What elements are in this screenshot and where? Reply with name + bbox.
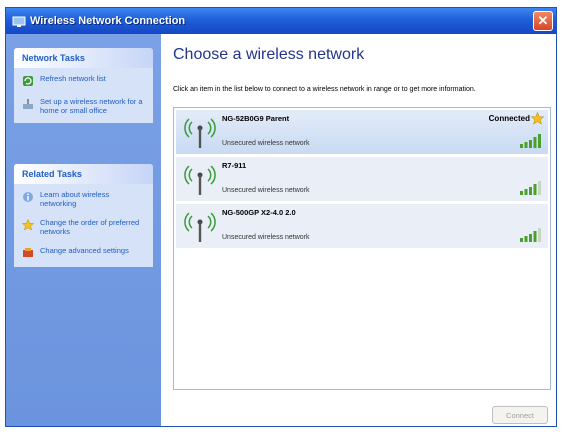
signal-strength-icon xyxy=(520,228,541,242)
preferred-star-icon xyxy=(531,112,544,125)
network-name: NG-500GP X2-4.0 2.0 xyxy=(222,208,296,217)
network-security: Unsecured wireless network xyxy=(222,187,310,194)
close-button[interactable]: ✕ xyxy=(533,11,553,31)
network-security: Unsecured wireless network xyxy=(222,234,310,241)
network-name: NG-52B0G9 Parent xyxy=(222,114,290,123)
signal-strength-icon xyxy=(520,134,541,148)
setup-network-icon xyxy=(23,99,33,109)
change-advanced-settings-label: Change advanced settings xyxy=(40,246,129,255)
learn-wireless-link[interactable]: Learn about wireless networking xyxy=(22,190,147,208)
network-list[interactable]: NG-52B0G9 Parent Unsecured wireless netw… xyxy=(173,107,551,390)
setup-wireless-network-label: Set up a wireless network for a home or … xyxy=(40,97,143,115)
window-title: Wireless Network Connection xyxy=(30,15,186,27)
learn-wireless-label: Learn about wireless networking xyxy=(40,190,110,208)
wireless-antenna-icon xyxy=(184,118,216,148)
network-item[interactable]: NG-500GP X2-4.0 2.0 Unsecured wireless n… xyxy=(176,204,548,248)
setup-wireless-network-link[interactable]: Set up a wireless network for a home or … xyxy=(22,97,147,115)
network-tasks-panel: Network Tasks Refresh network list Set u… xyxy=(14,48,153,123)
page-title: Choose a wireless network xyxy=(173,46,365,63)
instructions-text: Click an item in the list below to conne… xyxy=(173,86,476,93)
change-preferred-order-label: Change the order of preferred networks xyxy=(40,218,140,236)
refresh-network-list-link[interactable]: Refresh network list xyxy=(22,74,147,87)
wireless-icon xyxy=(12,16,26,27)
title-bar[interactable]: Wireless Network Connection ✕ xyxy=(6,8,556,34)
info-icon xyxy=(23,192,33,202)
connection-status: Connected xyxy=(488,114,530,123)
refresh-network-list-label: Refresh network list xyxy=(40,74,106,83)
star-icon xyxy=(22,219,34,231)
refresh-icon xyxy=(23,76,33,86)
network-security: Unsecured wireless network xyxy=(222,140,310,147)
network-item[interactable]: NG-52B0G9 Parent Unsecured wireless netw… xyxy=(176,110,548,154)
wireless-antenna-icon xyxy=(184,165,216,195)
related-tasks-panel: Related Tasks Learn about wireless netwo… xyxy=(14,164,153,267)
change-advanced-settings-link[interactable]: Change advanced settings xyxy=(22,246,147,259)
network-item[interactable]: R7-911 Unsecured wireless network xyxy=(176,157,548,201)
network-tasks-header[interactable]: Network Tasks xyxy=(14,48,153,68)
network-name: R7-911 xyxy=(222,161,247,170)
related-tasks-header[interactable]: Related Tasks xyxy=(14,164,153,184)
connect-button[interactable]: Connect xyxy=(492,406,548,424)
wireless-connection-window: Wireless Network Connection ✕ Network Ta… xyxy=(5,7,557,427)
main-content: Choose a wireless network Click an item … xyxy=(161,34,556,426)
task-sidebar: Network Tasks Refresh network list Set u… xyxy=(6,34,161,426)
signal-strength-icon xyxy=(520,181,541,195)
wireless-antenna-icon xyxy=(184,212,216,242)
change-preferred-order-link[interactable]: Change the order of preferred networks xyxy=(22,218,147,236)
settings-icon xyxy=(23,248,33,257)
close-icon: ✕ xyxy=(537,13,549,28)
